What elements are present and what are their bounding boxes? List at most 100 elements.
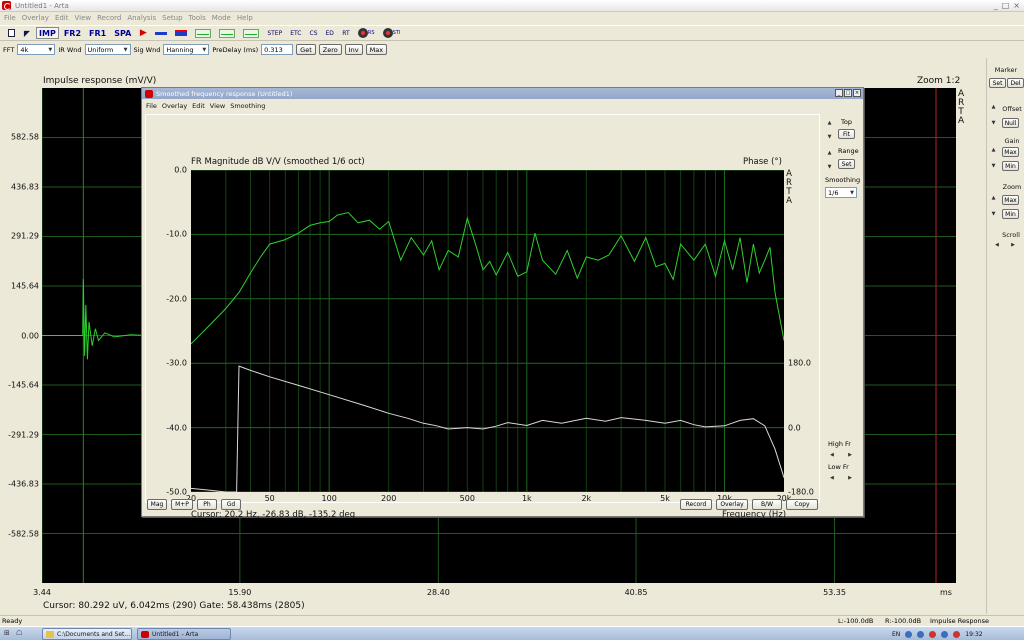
rs-button[interactable]: RS [355,27,378,39]
close-button[interactable]: × [853,89,861,97]
low-fr-spinner[interactable]: ◀ ▶ [830,474,852,482]
gain-spinner[interactable]: ▲ ▼ [990,147,997,169]
predelay-input[interactable]: 0.313 [261,44,294,55]
fr-plot[interactable] [190,169,785,493]
imp-mode-button[interactable]: IMP [36,27,59,39]
top-spinner[interactable]: ▲ ▼ [826,120,833,140]
x-unit-label: ms [940,588,952,597]
marker-set-button[interactable]: Set [989,78,1006,88]
flag-button[interactable] [172,27,190,39]
sti-button[interactable]: STI [380,27,404,39]
gd-button[interactable]: Gd [221,499,241,510]
rt-button[interactable]: RT [339,27,353,39]
menu-setup[interactable]: Setup [162,14,182,22]
ir-wnd-select[interactable]: Uniform ▼ [84,44,131,55]
fr-menu-overlay[interactable]: Overlay [162,102,187,110]
fr-menu-smoothing[interactable]: Smoothing [230,102,265,110]
arta-app-icon [141,631,149,638]
high-fr-spinner[interactable]: ◀ ▶ [830,451,852,459]
menu-overlay[interactable]: Overlay [22,14,49,22]
range-spinner[interactable]: ▲ ▼ [826,150,833,170]
fit-button[interactable]: Fit [838,129,855,139]
scroll-spinner[interactable]: ◀ ▶ [995,241,1015,249]
etc-button[interactable]: ETC [287,27,304,39]
task-arta[interactable]: Untitled1 - Arta [137,628,231,640]
inv-button[interactable]: Inv [344,44,363,55]
language-indicator[interactable]: EN [892,631,900,638]
start-icon[interactable]: ⊞ [4,629,10,637]
spa-mode-button[interactable]: SPA [111,27,134,39]
get-button[interactable]: Get [296,44,316,55]
record-play-button[interactable]: ▶ [136,27,150,39]
minimize-button[interactable]: _ [994,1,998,10]
mp-button[interactable]: M+P [171,499,193,510]
arta-app-icon [2,1,11,10]
menu-help[interactable]: Help [237,14,253,22]
gain-min-button[interactable]: Min [1002,161,1019,171]
fr-view3-button[interactable] [240,27,262,39]
fr-overlay-button[interactable]: Overlay [716,499,748,510]
menu-file[interactable]: File [4,14,16,22]
volume-icon[interactable] [941,630,949,638]
mag-button[interactable]: Mag [147,499,167,510]
fr-window-titlebar[interactable]: Smoothed frequency response (Untitled1) … [142,88,863,99]
gain-max-button[interactable]: Max [1002,147,1019,157]
minimize-button[interactable]: _ [835,89,843,97]
zoom-max-button[interactable]: Max [1002,195,1019,205]
menu-view[interactable]: View [75,14,92,22]
menu-mode[interactable]: Mode [212,14,231,22]
marker-del-button[interactable]: Del [1007,78,1024,88]
range-set-button[interactable]: Set [838,159,855,169]
quicklaunch-icon[interactable]: ☖ [16,629,22,637]
fr-y-tick-label: -30.0 [166,358,187,368]
security-icon[interactable] [929,630,937,638]
maximize-button[interactable]: □ [1002,1,1010,10]
fr-menu-view[interactable]: View [210,102,225,110]
menu-edit[interactable]: Edit [55,14,69,22]
alert-icon[interactable] [953,630,961,638]
menu-record[interactable]: Record [97,14,121,22]
fft-select[interactable]: 4k ▼ [17,44,56,55]
maximize-button[interactable]: □ [844,89,852,97]
fft-label: FFT [3,45,15,54]
open-file-button[interactable]: ◤ [20,27,34,39]
cs-button[interactable]: CS [307,27,321,39]
tray-app-icon[interactable] [917,630,925,638]
fr-view2-button[interactable] [216,27,238,39]
top-label: Top [841,118,852,126]
fr-view-button[interactable] [192,27,214,39]
network-icon[interactable] [905,630,913,638]
zoom-spinner[interactable]: ▲ ▼ [990,195,997,217]
fr1-mode-button[interactable]: FR1 [86,27,109,39]
menu-analysis[interactable]: Analysis [127,14,156,22]
bw-button[interactable]: B/W [752,499,782,510]
new-file-button[interactable] [4,27,18,39]
copy-button[interactable]: Copy [786,499,818,510]
chevron-down-icon: ▼ [48,46,53,53]
fr-menu-file[interactable]: File [146,102,157,110]
max-button[interactable]: Max [365,44,388,55]
fr-menu-edit[interactable]: Edit [192,102,205,110]
step-button[interactable]: STEP [264,27,285,39]
new-file-icon [7,29,15,37]
menu-tools[interactable]: Tools [189,14,206,22]
ed-button[interactable]: ED [323,27,337,39]
offset-null-button[interactable]: Null [1002,118,1019,128]
close-button[interactable]: × [1013,1,1020,10]
rt-label: RT [342,29,350,37]
y-tick-label: 291.29 [11,231,39,241]
smoothing-select[interactable]: 1/6 ▼ [825,187,857,198]
fr-record-button[interactable]: Record [680,499,712,510]
frequency-response-window[interactable]: Smoothed frequency response (Untitled1) … [141,87,864,520]
ph-button[interactable]: Ph [197,499,217,510]
zoom-min-button[interactable]: Min [1002,209,1019,219]
zero-button[interactable]: Zero [318,44,342,55]
fr-window-controls: _ □ × [835,89,861,97]
fr2-mode-button[interactable]: FR2 [61,27,84,39]
left-level: L:-100.0dB [838,617,874,625]
scroll-label: Scroll [1002,231,1020,239]
signal-button[interactable] [152,27,170,39]
sig-wnd-select[interactable]: Hanning ▼ [163,44,210,55]
task-explorer[interactable]: C:\Documents and Set... [42,628,132,640]
offset-spinner[interactable]: ▲ ▼ [990,104,997,126]
